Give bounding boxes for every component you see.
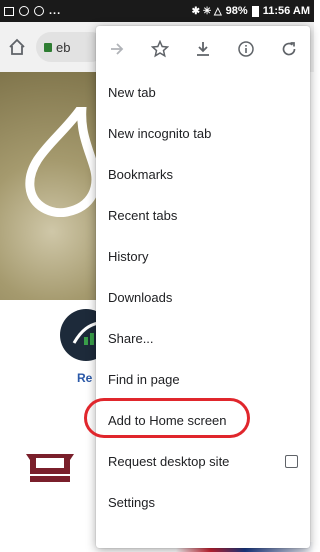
menu-item-label: Downloads (108, 290, 173, 305)
circle-icon (34, 6, 44, 16)
refresh-icon[interactable] (278, 38, 300, 60)
status-left-icons: ... (4, 5, 61, 17)
menu-item-request-desktop-site[interactable]: Request desktop site (96, 441, 310, 482)
battery-icon (251, 5, 259, 17)
menu-item-find-in-page[interactable]: Find in page (96, 359, 310, 400)
menu-item-label: Add to Home screen (108, 413, 227, 428)
overflow-menu: New tab New incognito tab Bookmarks Rece… (96, 26, 310, 548)
download-icon[interactable] (192, 38, 214, 60)
menu-item-label: Share... (108, 331, 154, 346)
clock: 11:56 AM (262, 5, 310, 17)
university-logo (26, 454, 74, 482)
menu-item-label: Find in page (108, 372, 180, 387)
menu-item-history[interactable]: History (96, 236, 310, 277)
settings-circle-icon (19, 6, 29, 16)
menu-item-label: Recent tabs (108, 208, 178, 223)
status-dots: ... (49, 5, 62, 17)
menu-item-label: New incognito tab (108, 126, 212, 141)
menu-item-new-incognito-tab[interactable]: New incognito tab (96, 113, 310, 154)
menu-item-share[interactable]: Share... (96, 318, 310, 359)
status-bar: ... ✱ ✳ △ 98% 11:56 AM (0, 0, 314, 22)
signal-icons: ✱ ✳ △ (191, 5, 222, 17)
home-icon[interactable] (8, 38, 26, 56)
image-icon (4, 6, 14, 16)
info-icon[interactable] (235, 38, 257, 60)
page-link-text[interactable]: Re (77, 371, 92, 385)
status-right: ✱ ✳ △ 98% 11:56 AM (192, 5, 310, 17)
desktop-site-checkbox[interactable] (285, 455, 298, 468)
menu-item-new-tab[interactable]: New tab (96, 72, 310, 113)
forward-icon[interactable] (106, 38, 128, 60)
star-icon[interactable] (149, 38, 171, 60)
menu-item-label: Request desktop site (108, 454, 230, 469)
menu-item-label: Bookmarks (108, 167, 174, 182)
drop-graphic (25, 107, 101, 217)
menu-item-label: History (108, 249, 149, 264)
menu-item-settings[interactable]: Settings (96, 482, 310, 523)
menu-item-add-to-home-screen[interactable]: Add to Home screen (96, 400, 310, 441)
lock-icon (44, 42, 52, 52)
menu-action-icons (96, 26, 310, 72)
menu-item-label: New tab (108, 85, 156, 100)
menu-item-bookmarks[interactable]: Bookmarks (96, 154, 310, 195)
menu-item-downloads[interactable]: Downloads (96, 277, 310, 318)
menu-item-recent-tabs[interactable]: Recent tabs (96, 195, 310, 236)
menu-item-label: Settings (108, 495, 155, 510)
address-text: eb (56, 39, 71, 55)
battery-percent: 98% (225, 5, 248, 17)
